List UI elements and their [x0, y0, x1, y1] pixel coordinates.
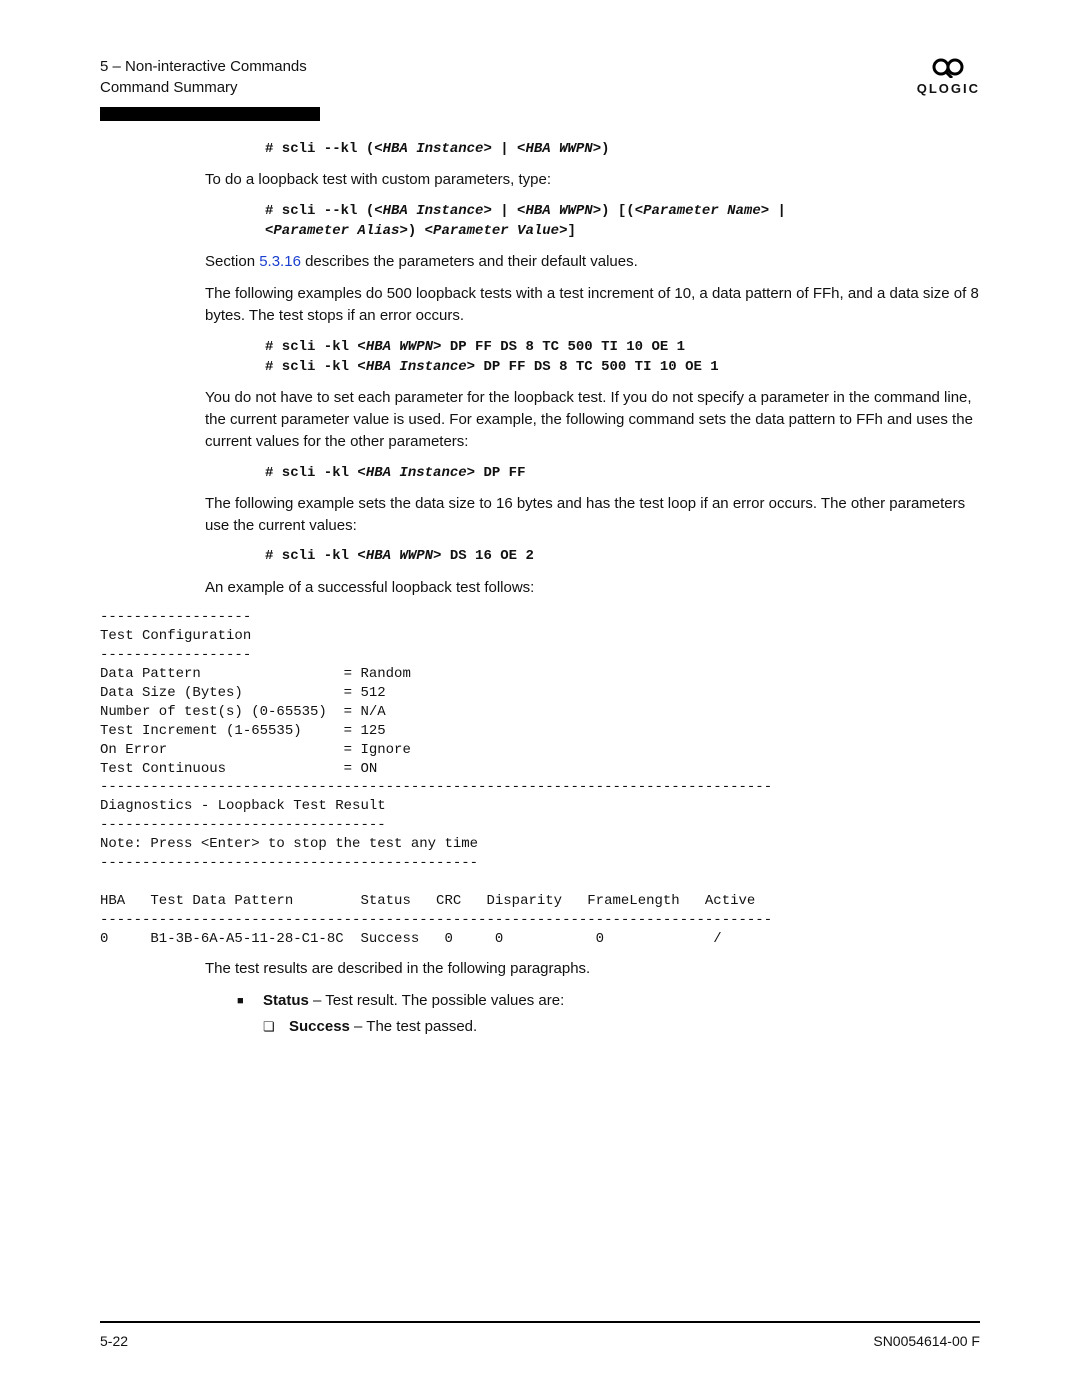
paragraph: The following examples do 500 loopback t… [205, 283, 980, 327]
brand-text: QLOGIC [917, 81, 980, 96]
section-title: Command Summary [100, 77, 307, 98]
paragraph: To do a loopback test with custom parame… [205, 169, 980, 191]
paragraph: The test results are described in the fo… [205, 958, 980, 980]
command-block-5: # scli -kl <HBA WWPN> DS 16 OE 2 [265, 546, 980, 566]
terminal-output: ------------------ Test Configuration --… [100, 608, 980, 948]
list-item: Success – The test passed. [263, 1016, 980, 1038]
paragraph: You do not have to set each parameter fo… [205, 387, 980, 452]
brand-logo: QLOGIC [917, 56, 980, 99]
page-footer: 5-22 SN0054614-00 F [100, 1321, 980, 1351]
command-block-2: # scli --kl (<HBA Instance> | <HBA WWPN>… [265, 201, 980, 242]
page-number: 5-22 [100, 1331, 128, 1351]
section-link[interactable]: 5.3.16 [259, 253, 301, 270]
command-block-4: # scli -kl <HBA Instance> DP FF [265, 463, 980, 483]
page-header: 5 – Non-interactive Commands Command Sum… [100, 56, 980, 99]
paragraph: Section 5.3.16 describes the parameters … [205, 251, 980, 273]
qlogic-icon [930, 56, 966, 78]
header-divider [100, 107, 320, 121]
command-block-3: # scli -kl <HBA WWPN> DP FF DS 8 TC 500 … [265, 337, 980, 378]
command-block-1: # scli --kl (<HBA Instance> | <HBA WWPN>… [265, 139, 980, 159]
chapter-title: 5 – Non-interactive Commands [100, 56, 307, 77]
paragraph: The following example sets the data size… [205, 493, 980, 537]
document-id: SN0054614-00 F [873, 1331, 980, 1351]
paragraph: An example of a successful loopback test… [205, 577, 980, 599]
list-item: Status – Test result. The possible value… [237, 990, 980, 1012]
